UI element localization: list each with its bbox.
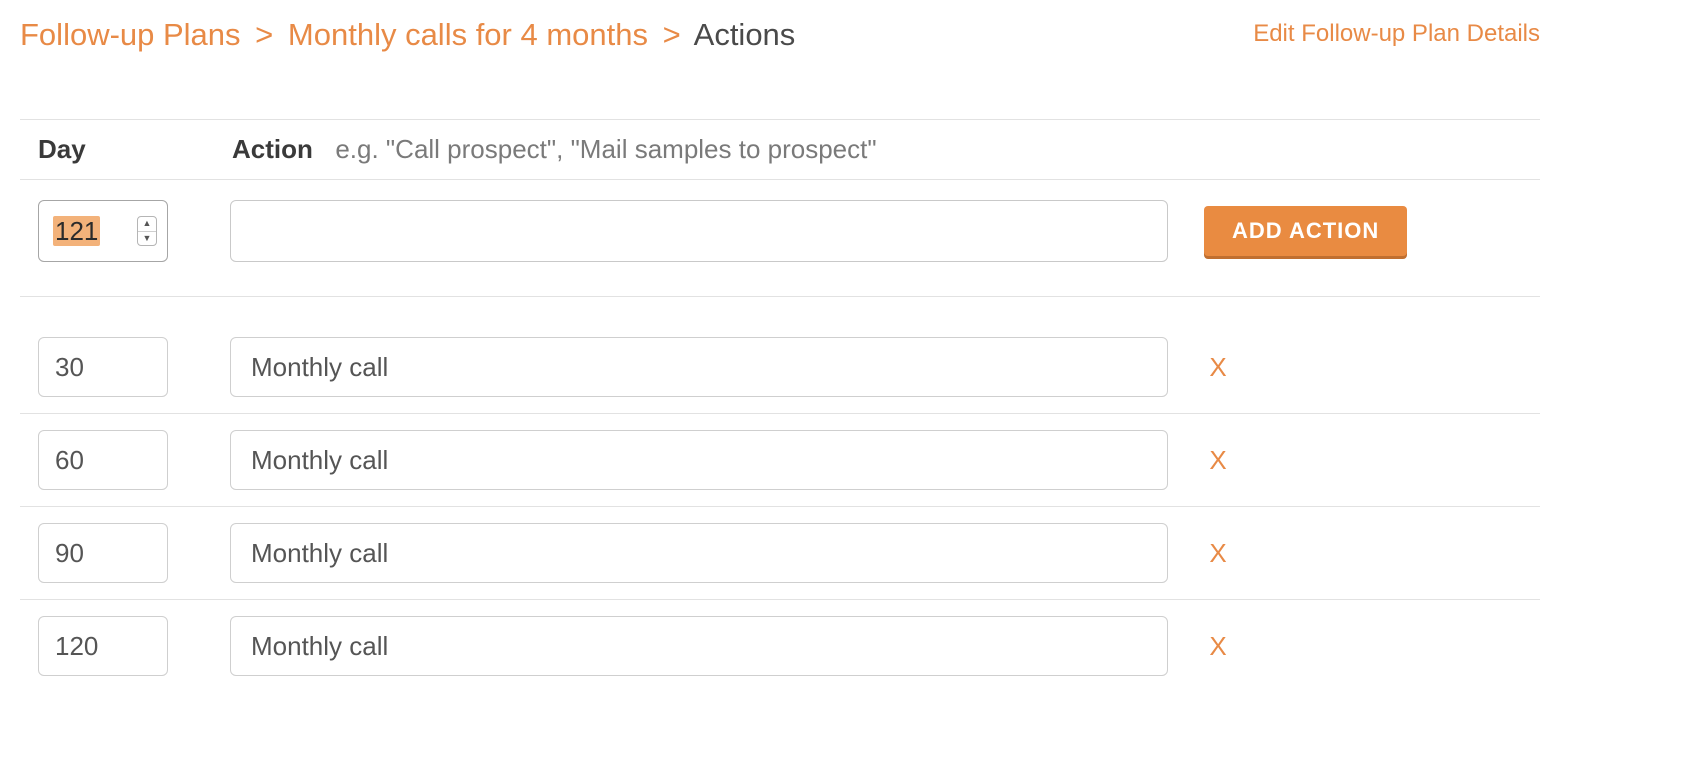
page: Follow-up Plans > Monthly calls for 4 mo…: [0, 0, 1696, 774]
actions-table: Day Action e.g. "Call prospect", "Mail s…: [20, 119, 1540, 692]
chevron-up-icon[interactable]: ▲: [138, 217, 156, 232]
stepper-control: ▲ ▼: [137, 216, 157, 246]
delete-button[interactable]: X: [1204, 445, 1232, 476]
day-input[interactable]: 30: [38, 337, 168, 397]
table-row: 90 Monthly call X: [20, 507, 1540, 600]
breadcrumb-separator: >: [657, 17, 687, 52]
action-hint: e.g. "Call prospect", "Mail samples to p…: [335, 134, 876, 164]
action-input[interactable]: Monthly call: [230, 430, 1168, 490]
table-row: 60 Monthly call X: [20, 414, 1540, 507]
day-stepper[interactable]: 121 ▲ ▼: [38, 200, 168, 262]
day-input[interactable]: 60: [38, 430, 168, 490]
new-action-input-wrap: [230, 200, 1168, 262]
new-action-input[interactable]: [230, 200, 1168, 262]
breadcrumb-plan-link[interactable]: Monthly calls for 4 months: [288, 17, 648, 52]
breadcrumb: Follow-up Plans > Monthly calls for 4 mo…: [20, 16, 795, 53]
add-action-row: 121 ▲ ▼ ADD ACTION: [20, 180, 1540, 297]
breadcrumb-current: Actions: [694, 17, 796, 52]
header-row: Follow-up Plans > Monthly calls for 4 mo…: [20, 16, 1540, 53]
delete-button[interactable]: X: [1204, 538, 1232, 569]
chevron-down-icon[interactable]: ▼: [138, 232, 156, 246]
breadcrumb-root-link[interactable]: Follow-up Plans: [20, 17, 241, 52]
action-input[interactable]: Monthly call: [230, 616, 1168, 676]
breadcrumb-separator: >: [249, 17, 279, 52]
day-input[interactable]: 120: [38, 616, 168, 676]
action-input[interactable]: Monthly call: [230, 523, 1168, 583]
edit-plan-link[interactable]: Edit Follow-up Plan Details: [1253, 20, 1540, 48]
action-input[interactable]: Monthly call: [230, 337, 1168, 397]
column-header-day: Day: [20, 134, 232, 165]
table-row: 30 Monthly call X: [20, 321, 1540, 414]
table-header: Day Action e.g. "Call prospect", "Mail s…: [20, 119, 1540, 180]
delete-button[interactable]: X: [1204, 352, 1232, 383]
add-action-button[interactable]: ADD ACTION: [1204, 206, 1407, 256]
add-button-wrap: ADD ACTION: [1204, 206, 1407, 256]
column-header-action: Action: [232, 134, 313, 164]
day-stepper-value: 121: [53, 216, 100, 247]
day-input[interactable]: 90: [38, 523, 168, 583]
column-header-action-wrap: Action e.g. "Call prospect", "Mail sampl…: [232, 134, 1540, 165]
spacer: [20, 297, 1540, 321]
delete-button[interactable]: X: [1204, 631, 1232, 662]
table-row: 120 Monthly call X: [20, 600, 1540, 692]
